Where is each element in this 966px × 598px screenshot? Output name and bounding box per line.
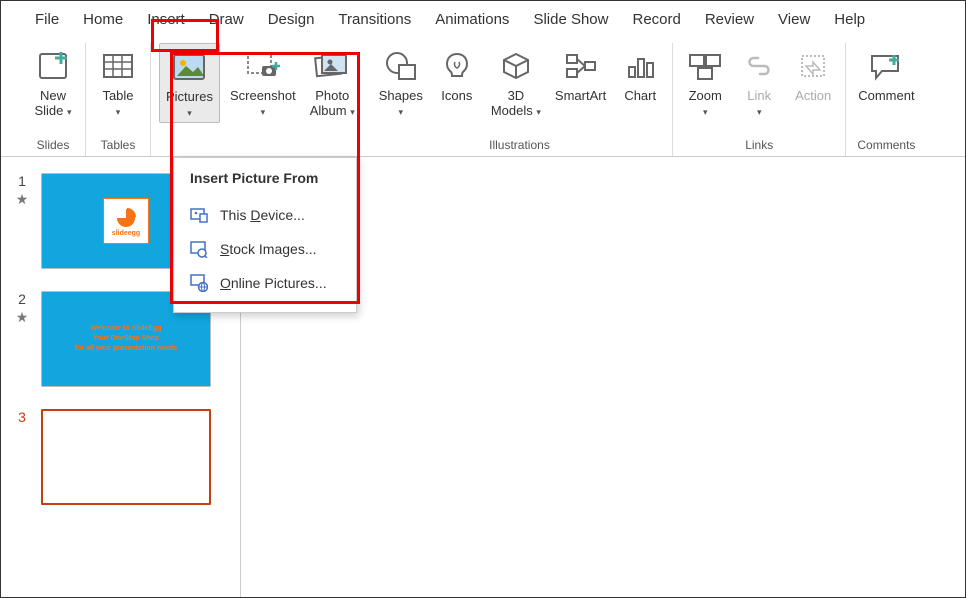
- action-button: Action: [789, 43, 837, 106]
- zoom-icon: [687, 45, 723, 87]
- comment-icon: [868, 45, 904, 87]
- screenshot-label: Screenshot: [230, 88, 296, 103]
- photo-album-icon: [314, 45, 350, 87]
- chevron-down-icon: ▾: [116, 107, 121, 117]
- tab-draw[interactable]: Draw: [197, 5, 256, 34]
- chart-icon: [624, 45, 656, 87]
- screenshot-icon: [245, 45, 281, 87]
- 3d-models-button[interactable]: 3D Models ▾: [487, 43, 545, 121]
- ribbon-group-illustrations: Shapes ▾ Icons 3D Models ▾: [367, 43, 673, 156]
- shapes-button[interactable]: Shapes ▾: [375, 43, 427, 121]
- tab-review[interactable]: Review: [693, 5, 766, 34]
- ribbon-group-links: Zoom ▾ Link ▾ Action Links: [673, 43, 846, 156]
- slide-number: 3: [18, 409, 26, 425]
- smartart-label: SmartArt: [555, 89, 606, 104]
- dropdown-stock-images-label: Stock Images...: [220, 241, 317, 257]
- tab-home[interactable]: Home: [71, 5, 135, 34]
- insert-picture-dropdown: Insert Picture From This Device... Stock…: [173, 157, 357, 313]
- group-label-slides: Slides: [29, 136, 77, 156]
- logo-text: slideegg: [112, 230, 140, 237]
- stock-icon: [190, 240, 208, 258]
- group-label-comments: Comments: [854, 136, 918, 156]
- slide-thumb-3[interactable]: 3: [13, 409, 228, 505]
- link-icon: [742, 45, 776, 87]
- ribbon-group-slides: New Slide ▾ Slides: [21, 43, 86, 156]
- action-icon: [798, 45, 828, 87]
- chevron-down-icon: ▾: [536, 107, 541, 117]
- comment-button[interactable]: Comment: [854, 43, 918, 106]
- tab-slideshow[interactable]: Slide Show: [521, 5, 620, 34]
- tab-help[interactable]: Help: [822, 5, 877, 34]
- link-button: Link ▾: [735, 43, 783, 121]
- chevron-down-icon: ▾: [757, 107, 762, 117]
- screenshot-button[interactable]: Screenshot ▾: [226, 43, 300, 121]
- pictures-button[interactable]: Pictures ▾: [159, 43, 220, 123]
- pictures-label: Pictures: [166, 89, 213, 104]
- chevron-down-icon: ▾: [67, 107, 72, 117]
- chevron-down-icon: ▾: [350, 107, 355, 117]
- tab-file[interactable]: File: [23, 5, 71, 34]
- new-slide-label: New Slide: [34, 88, 66, 118]
- table-icon: [101, 45, 135, 87]
- dropdown-this-device-label: This Device...: [220, 207, 305, 223]
- comment-label: Comment: [858, 89, 914, 104]
- dropdown-header: Insert Picture From: [174, 166, 356, 198]
- shapes-icon: [384, 45, 418, 87]
- slide-number: 1: [18, 173, 26, 189]
- chevron-down-icon: ▾: [703, 107, 708, 117]
- group-label-illustrations: Illustrations: [375, 136, 664, 156]
- tab-animations[interactable]: Animations: [423, 5, 521, 34]
- tab-view[interactable]: View: [766, 5, 822, 34]
- dropdown-online-pictures-label: Online Pictures...: [220, 275, 327, 291]
- slide2-text: Welcome to SlideEgg Your OneStop Shop fo…: [75, 324, 177, 353]
- photo-album-button[interactable]: Photo Album ▾: [306, 43, 359, 121]
- link-label: Link: [747, 88, 771, 103]
- menu-tabs: File Home Insert Draw Design Transitions…: [1, 1, 965, 37]
- slideegg-logo: slideegg: [103, 198, 149, 244]
- icons-label: Icons: [441, 89, 472, 104]
- chevron-down-icon: ▾: [261, 107, 266, 117]
- dropdown-stock-images[interactable]: Stock Images...: [174, 232, 356, 266]
- zoom-label: Zoom: [689, 88, 722, 103]
- group-label-links: Links: [681, 136, 837, 156]
- new-slide-button[interactable]: New Slide ▾: [29, 43, 77, 121]
- action-label: Action: [795, 89, 831, 104]
- main-area: 1 ★ slideegg 2 ★: [1, 157, 965, 597]
- chevron-down-icon: ▾: [399, 107, 404, 117]
- dropdown-online-pictures[interactable]: Online Pictures...: [174, 266, 356, 300]
- chart-label: Chart: [624, 89, 656, 104]
- photo-album-label: Photo Album: [310, 88, 350, 118]
- tab-record[interactable]: Record: [620, 5, 692, 34]
- smartart-icon: [564, 45, 598, 87]
- tab-insert[interactable]: Insert: [135, 5, 197, 34]
- star-icon: ★: [16, 309, 29, 326]
- group-label-tables: Tables: [94, 136, 142, 156]
- table-button[interactable]: Table ▾: [94, 43, 142, 121]
- icons-button[interactable]: Icons: [433, 43, 481, 106]
- tab-transitions[interactable]: Transitions: [326, 5, 423, 34]
- zoom-button[interactable]: Zoom ▾: [681, 43, 729, 121]
- pictures-icon: [171, 46, 207, 88]
- new-slide-icon: [36, 45, 70, 87]
- cube-icon: [500, 45, 532, 87]
- ribbon-group-tables: Table ▾ Tables: [86, 43, 151, 156]
- chevron-down-icon: ▾: [187, 108, 192, 118]
- tab-design[interactable]: Design: [256, 5, 327, 34]
- 3d-models-label: 3D Models: [491, 88, 533, 118]
- shapes-label: Shapes: [379, 88, 423, 103]
- ribbon-group-images: Pictures ▾ Screenshot ▾ Photo Album ▾: [151, 43, 367, 156]
- icons-icon: [441, 45, 473, 87]
- globe-image-icon: [190, 274, 208, 292]
- ribbon-group-comments: Comment Comments: [846, 43, 926, 156]
- chart-button[interactable]: Chart: [616, 43, 664, 106]
- table-label: Table: [102, 88, 133, 103]
- smartart-button[interactable]: SmartArt: [551, 43, 610, 106]
- dropdown-this-device[interactable]: This Device...: [174, 198, 356, 232]
- slide-number: 2: [18, 291, 26, 307]
- device-icon: [190, 206, 208, 224]
- star-icon: ★: [16, 191, 29, 208]
- ribbon: New Slide ▾ Slides Table ▾ Tables: [1, 37, 965, 157]
